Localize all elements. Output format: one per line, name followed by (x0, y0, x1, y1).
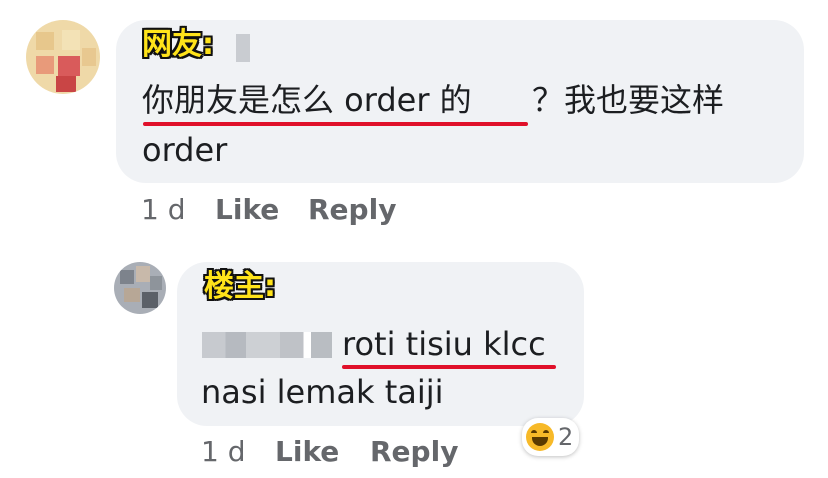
op-name-tag[interactable]: 楼主: (204, 272, 276, 302)
commenter-name-tag[interactable]: 网友: (142, 30, 214, 60)
comment-text-line2: order (142, 131, 228, 169)
reply-button[interactable]: Reply (308, 196, 396, 224)
redacted-name (236, 34, 250, 62)
comment-time: 1 d (141, 193, 186, 226)
comment-text-highlight: 你朋友是怎么 order 的 (142, 81, 472, 119)
laughing-emoji-icon (526, 423, 554, 451)
reply-text-line2: nasi lemak taiji (201, 373, 444, 411)
reply-time: 1 d (201, 435, 246, 468)
commenter-avatar[interactable] (26, 20, 100, 94)
reply-text-highlight: roti tisiu klcc (342, 325, 546, 363)
redacted-mention (202, 332, 332, 358)
op-avatar[interactable] (114, 262, 166, 314)
reply-button-2[interactable]: Reply (370, 438, 458, 466)
reaction-count-pill[interactable]: 2 (522, 418, 580, 456)
like-button[interactable]: Like (215, 196, 279, 224)
red-underline-2 (342, 365, 556, 369)
red-underline (143, 122, 528, 126)
comment-text: ？我也要这样 (532, 81, 725, 119)
like-button-2[interactable]: Like (275, 438, 339, 466)
reaction-count: 2 (558, 423, 574, 451)
